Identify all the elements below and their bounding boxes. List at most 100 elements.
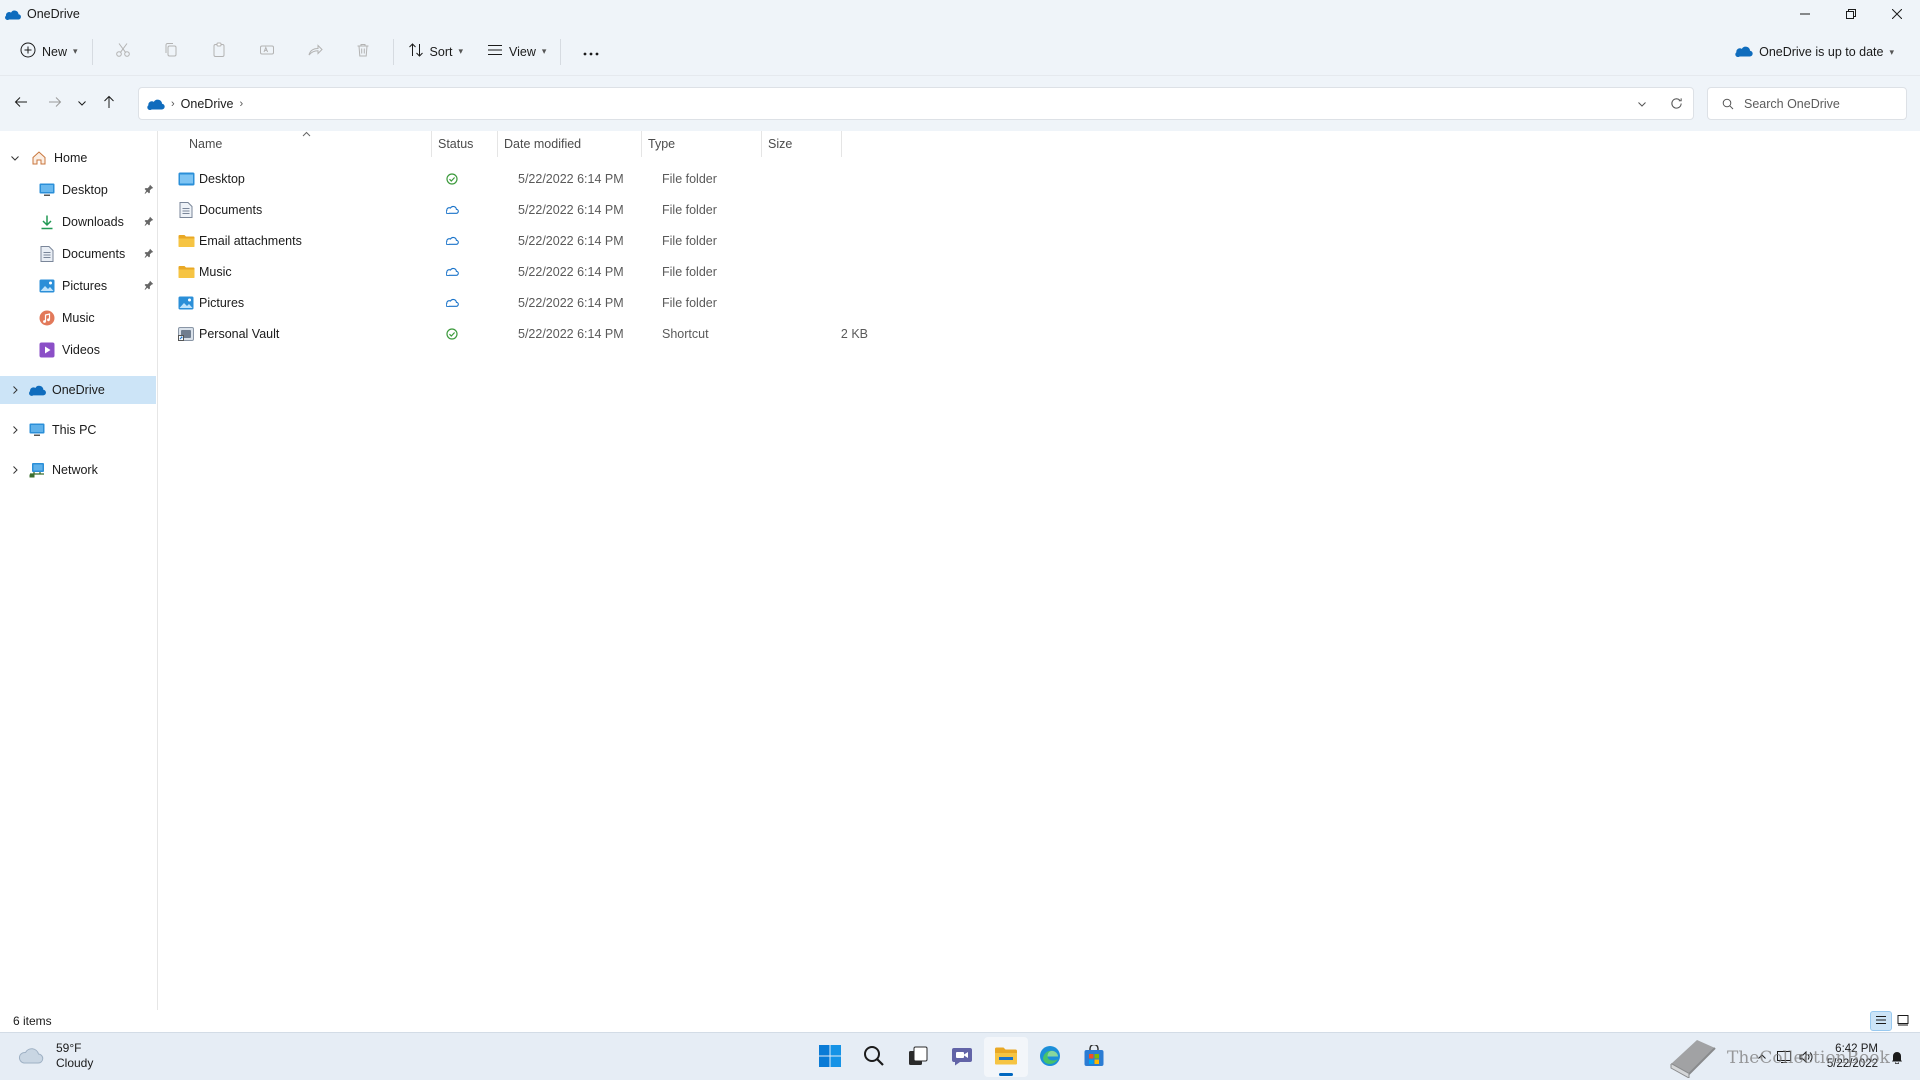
file-row[interactable]: Documents 5/22/2022 6:14 PM File folder bbox=[169, 194, 869, 225]
column-header-size[interactable]: Size bbox=[762, 131, 842, 157]
chat-button[interactable] bbox=[940, 1037, 984, 1077]
sidebar-item-label: Downloads bbox=[62, 215, 124, 229]
sidebar-item-network[interactable]: Network bbox=[0, 456, 156, 484]
chevron-right-icon[interactable] bbox=[8, 385, 22, 395]
sidebar-item-downloads[interactable]: Downloads bbox=[0, 208, 156, 236]
file-type: File folder bbox=[662, 295, 717, 310]
column-headers: Name Status Date modified Type Size bbox=[159, 131, 859, 157]
refresh-button[interactable] bbox=[1659, 88, 1693, 119]
column-header-date-modified[interactable]: Date modified bbox=[498, 131, 642, 157]
details-view-button[interactable] bbox=[1870, 1011, 1892, 1031]
search-input[interactable] bbox=[1744, 96, 1894, 111]
sidebar-item-label: Home bbox=[54, 151, 88, 165]
sort-arrows-icon bbox=[408, 42, 424, 61]
file-row[interactable]: Pictures 5/22/2022 6:14 PM File folder bbox=[169, 287, 869, 318]
watermark-text: TheCollectionBook bbox=[1727, 1047, 1890, 1068]
file-date: 5/22/2022 6:14 PM bbox=[518, 171, 624, 186]
task-view-button[interactable] bbox=[896, 1037, 940, 1077]
teams-chat-icon bbox=[951, 1046, 973, 1069]
plus-circle-icon bbox=[20, 42, 36, 61]
cloud-weather-icon bbox=[18, 1046, 44, 1067]
chevron-down-icon: ▾ bbox=[1889, 46, 1894, 57]
chevron-down-icon: ▾ bbox=[73, 46, 78, 56]
close-button[interactable] bbox=[1874, 0, 1920, 28]
sort-button[interactable]: Sort ▾ bbox=[400, 36, 471, 68]
cut-button[interactable] bbox=[99, 36, 147, 68]
network-icon bbox=[28, 461, 46, 479]
view-label: View bbox=[509, 44, 536, 59]
recent-locations-button[interactable] bbox=[72, 88, 92, 120]
back-button[interactable] bbox=[4, 88, 38, 120]
taskbar-search-button[interactable] bbox=[852, 1037, 896, 1077]
file-date: 5/22/2022 6:14 PM bbox=[518, 202, 624, 217]
microsoft-store-icon bbox=[1083, 1043, 1105, 1070]
shortcut-icon bbox=[177, 325, 195, 343]
chevron-down-icon: ▾ bbox=[458, 46, 464, 56]
window-title: OneDrive bbox=[27, 7, 80, 21]
onedrive-status-button[interactable]: OneDrive is up to date ▾ bbox=[1735, 28, 1894, 76]
address-bar[interactable]: › OneDrive › bbox=[138, 87, 1694, 120]
paste-button[interactable] bbox=[195, 36, 243, 68]
edge-button[interactable] bbox=[1028, 1037, 1072, 1077]
sidebar-item-videos[interactable]: Videos bbox=[0, 336, 156, 364]
clipboard-icon bbox=[211, 42, 227, 61]
sidebar-item-this-pc[interactable]: This PC bbox=[0, 416, 156, 444]
copy-button[interactable] bbox=[147, 36, 195, 68]
chevron-down-icon[interactable] bbox=[8, 153, 22, 163]
folder-icon bbox=[177, 232, 195, 250]
status-bar: 6 items bbox=[0, 1010, 1920, 1032]
up-button[interactable] bbox=[92, 88, 126, 120]
file-row[interactable]: Desktop 5/22/2022 6:14 PM File folder bbox=[169, 163, 869, 194]
documents-folder-icon bbox=[177, 201, 195, 219]
sidebar-item-music[interactable]: Music bbox=[0, 304, 156, 332]
breadcrumb-onedrive[interactable]: OneDrive bbox=[181, 97, 234, 111]
cloud-status-icon bbox=[446, 236, 459, 245]
address-history-button[interactable] bbox=[1625, 88, 1659, 119]
column-header-type[interactable]: Type bbox=[642, 131, 762, 157]
sidebar-item-home[interactable]: Home bbox=[0, 144, 156, 172]
file-row[interactable]: Music 5/22/2022 6:14 PM File folder bbox=[169, 256, 869, 287]
file-row[interactable]: Personal Vault 5/22/2022 6:14 PM Shortcu… bbox=[169, 318, 869, 349]
breadcrumb-chevron-icon[interactable]: › bbox=[171, 98, 175, 110]
cloud-status-icon bbox=[446, 298, 459, 307]
sidebar-item-desktop[interactable]: Desktop bbox=[0, 176, 156, 204]
file-explorer-taskbar-button[interactable] bbox=[984, 1037, 1028, 1077]
music-icon bbox=[38, 309, 56, 327]
large-icons-view-button[interactable] bbox=[1892, 1011, 1914, 1031]
copy-icon bbox=[163, 42, 179, 61]
onedrive-cloud-icon bbox=[1735, 45, 1753, 60]
sidebar-item-label: Videos bbox=[62, 343, 100, 357]
chevron-right-icon[interactable] bbox=[8, 425, 22, 435]
search-box[interactable] bbox=[1707, 87, 1907, 120]
file-row[interactable]: Email attachments 5/22/2022 6:14 PM File… bbox=[169, 225, 869, 256]
file-name: Pictures bbox=[199, 295, 245, 310]
sidebar-item-label: Pictures bbox=[62, 279, 108, 293]
chevron-right-icon[interactable] bbox=[8, 465, 22, 475]
forward-button[interactable] bbox=[38, 88, 72, 120]
column-header-name[interactable]: Name bbox=[183, 131, 432, 157]
view-button[interactable]: View ▾ bbox=[479, 36, 554, 68]
column-header-status[interactable]: Status bbox=[432, 131, 498, 157]
file-name: Music bbox=[199, 264, 232, 279]
sidebar-item-documents[interactable]: Documents bbox=[0, 240, 156, 268]
sync-status-label: OneDrive is up to date bbox=[1759, 45, 1884, 59]
rename-icon bbox=[259, 42, 275, 61]
videos-icon bbox=[38, 341, 56, 359]
more-options-button[interactable] bbox=[567, 36, 615, 68]
breadcrumb-chevron-icon[interactable]: › bbox=[239, 98, 243, 110]
restore-button[interactable] bbox=[1828, 0, 1874, 28]
weather-widget[interactable]: 59°F Cloudy bbox=[18, 1041, 93, 1071]
store-button[interactable] bbox=[1072, 1037, 1116, 1077]
minimize-button[interactable] bbox=[1782, 0, 1828, 28]
divider bbox=[392, 38, 394, 65]
start-button[interactable] bbox=[808, 1037, 852, 1077]
sidebar-item-pictures[interactable]: Pictures bbox=[0, 272, 156, 300]
new-button[interactable]: New ▾ bbox=[12, 36, 86, 68]
share-button[interactable] bbox=[291, 36, 339, 68]
rename-button[interactable] bbox=[243, 36, 291, 68]
pin-icon bbox=[144, 216, 154, 229]
sidebar-item-onedrive[interactable]: OneDrive bbox=[0, 376, 156, 404]
onedrive-icon bbox=[5, 8, 21, 20]
delete-button[interactable] bbox=[339, 36, 387, 68]
edge-browser-icon bbox=[1039, 1045, 1061, 1070]
